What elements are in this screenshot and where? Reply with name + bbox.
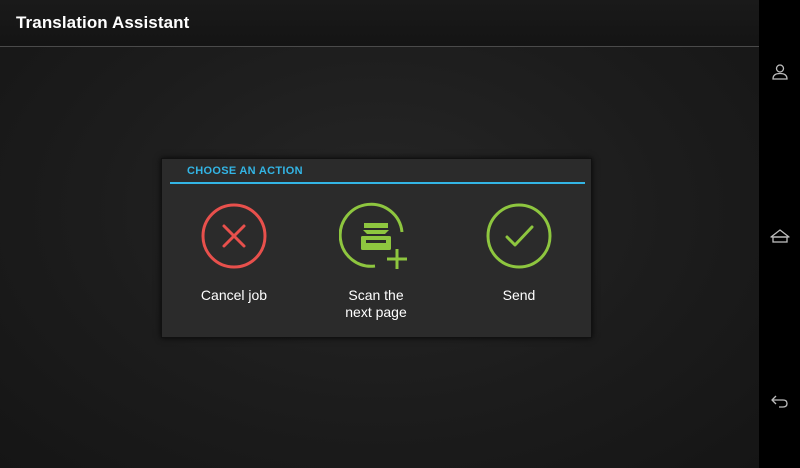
- cancel-x-icon: [201, 203, 267, 269]
- choose-action-dialog: CHOOSE AN ACTION Cancel job Scan the nex…: [161, 158, 592, 338]
- send-button[interactable]: Send: [459, 199, 579, 329]
- back-icon: [771, 395, 788, 408]
- home-icon: [770, 229, 790, 243]
- scan-next-page-label: Scan the next page: [345, 287, 407, 320]
- user-button[interactable]: [767, 59, 793, 85]
- scan-next-page-button[interactable]: Scan the next page: [316, 199, 436, 329]
- back-button[interactable]: [767, 388, 793, 414]
- home-button[interactable]: [767, 223, 793, 249]
- scanner-add-icon: [339, 202, 407, 269]
- system-navigation-bar: [759, 0, 800, 468]
- check-icon: [486, 203, 552, 269]
- dialog-title: CHOOSE AN ACTION: [187, 165, 303, 177]
- action-bar: Translation Assistant: [0, 0, 759, 47]
- dialog-divider: [170, 182, 585, 184]
- app-screen: Translation Assistant CHOOSE AN ACTION C…: [0, 0, 759, 468]
- cancel-job-label: Cancel job: [200, 287, 268, 303]
- app-title: Translation Assistant: [16, 13, 190, 32]
- cancel-job-button[interactable]: Cancel job: [174, 199, 294, 329]
- user-icon: [772, 64, 788, 80]
- send-label: Send: [502, 287, 536, 303]
